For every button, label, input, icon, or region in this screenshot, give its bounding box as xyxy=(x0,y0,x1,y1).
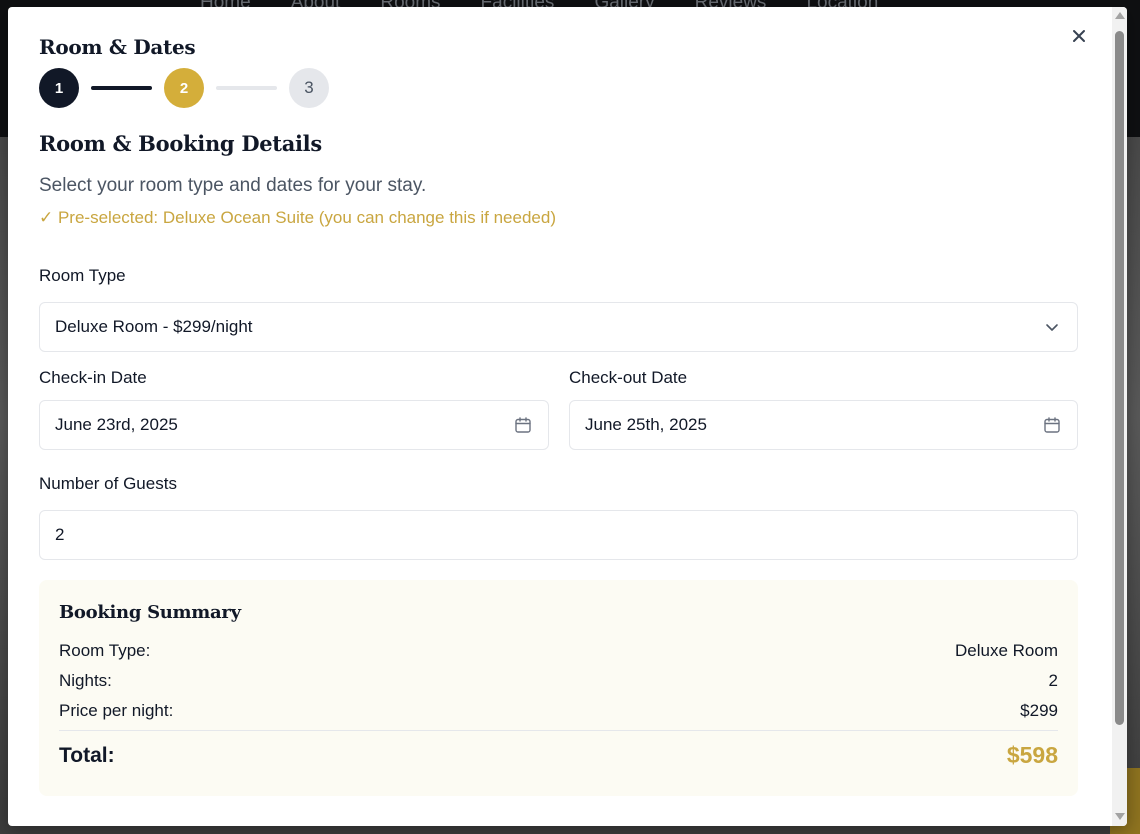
guests-input[interactable]: 2 xyxy=(39,510,1078,560)
chevron-down-icon xyxy=(1042,317,1062,337)
room-type-value: Deluxe Room - $299/night xyxy=(55,317,253,336)
step-3-indicator: 3 xyxy=(289,68,329,108)
section-title: Room & Booking Details xyxy=(39,131,322,156)
summary-total-row: Total: $598 xyxy=(59,742,1058,769)
step-2-indicator: 2 xyxy=(164,68,204,108)
room-type-label: Room Type xyxy=(39,266,126,285)
summary-title: Booking Summary xyxy=(59,602,241,623)
section-subtitle: Select your room type and dates for your… xyxy=(39,175,427,196)
modal-title: Room & Dates xyxy=(39,35,196,59)
scroll-up-arrow-icon[interactable] xyxy=(1115,12,1125,19)
booking-modal: Room & Dates 1 2 3 Room & Booking Detail… xyxy=(8,7,1127,826)
total-label: Total: xyxy=(59,743,115,767)
calendar-icon xyxy=(1042,415,1062,435)
step-connector-2 xyxy=(216,86,277,90)
check-out-value: June 25th, 2025 xyxy=(585,415,707,434)
preselected-note: ✓ Pre-selected: Deluxe Ocean Suite (you … xyxy=(39,208,556,227)
summary-value: Deluxe Room xyxy=(955,641,1058,660)
summary-row-price: Price per night: $299 xyxy=(59,701,1058,721)
check-out-label: Check-out Date xyxy=(569,368,688,387)
guests-label: Number of Guests xyxy=(39,474,177,493)
summary-divider xyxy=(59,730,1058,731)
step-1-indicator: 1 xyxy=(39,68,79,108)
calendar-icon xyxy=(513,415,533,435)
check-in-date-picker[interactable]: June 23rd, 2025 xyxy=(39,400,549,450)
summary-row-nights: Nights: 2 xyxy=(59,671,1058,691)
check-in-label: Check-in Date xyxy=(39,368,147,387)
booking-summary: Booking Summary Room Type: Deluxe Room N… xyxy=(39,580,1078,796)
guests-value: 2 xyxy=(55,525,65,544)
close-icon xyxy=(1073,30,1085,42)
summary-label: Nights: xyxy=(59,671,112,690)
scrollbar-thumb[interactable] xyxy=(1115,31,1124,725)
summary-row-room-type: Room Type: Deluxe Room xyxy=(59,641,1058,661)
summary-value: $299 xyxy=(1020,701,1058,720)
close-button[interactable] xyxy=(1068,25,1090,47)
total-value: $598 xyxy=(1006,742,1058,768)
scroll-down-arrow-icon[interactable] xyxy=(1115,813,1125,820)
booking-stepper: 1 2 3 xyxy=(39,68,329,108)
check-out-date-picker[interactable]: June 25th, 2025 xyxy=(569,400,1078,450)
step-connector-1 xyxy=(91,86,152,90)
room-type-select[interactable]: Deluxe Room - $299/night xyxy=(39,302,1078,352)
summary-label: Price per night: xyxy=(59,701,174,720)
summary-label: Room Type: xyxy=(59,641,151,660)
check-in-value: June 23rd, 2025 xyxy=(55,415,178,434)
summary-value: 2 xyxy=(1048,671,1058,690)
modal-scrollbar[interactable] xyxy=(1112,7,1127,826)
